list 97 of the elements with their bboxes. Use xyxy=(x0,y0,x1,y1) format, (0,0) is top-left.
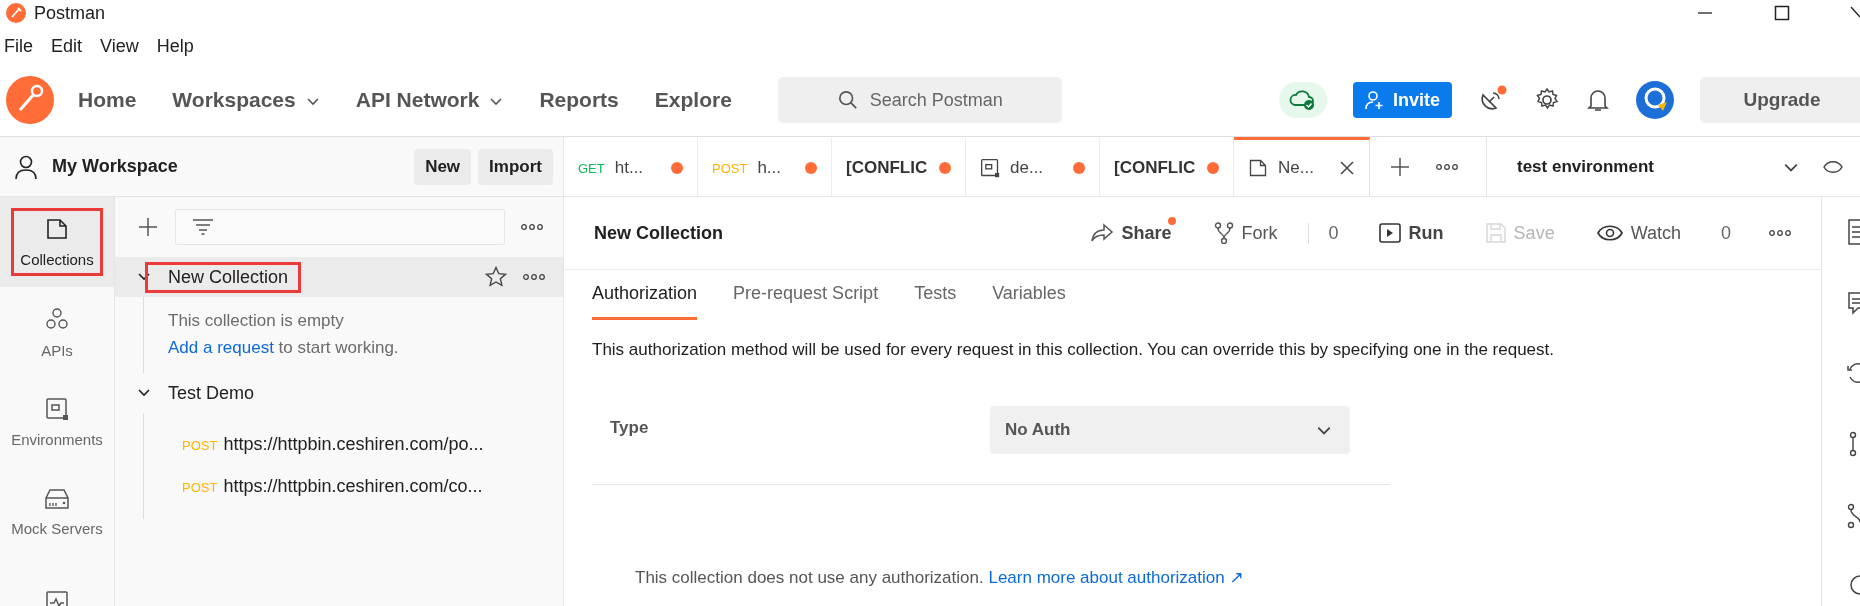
action-button[interactable]: Fork xyxy=(1211,218,1280,248)
environment-dropdown[interactable]: test environment xyxy=(1487,137,1817,196)
upgrade-button[interactable]: Upgrade xyxy=(1700,77,1860,123)
unsaved-dot xyxy=(1073,162,1085,174)
section-tab[interactable]: Tests xyxy=(914,270,957,320)
comment-icon[interactable] xyxy=(1846,291,1860,315)
postman-logo-icon[interactable] xyxy=(6,76,54,124)
maximize-icon[interactable] xyxy=(1774,5,1790,21)
sidebar-label: Mock Servers xyxy=(11,519,103,537)
notifications-icon[interactable] xyxy=(1586,87,1610,113)
star-icon[interactable] xyxy=(485,266,507,288)
server-icon xyxy=(44,487,70,510)
app-logo-icon xyxy=(6,3,26,23)
count-label: 0 xyxy=(1307,222,1339,244)
workspace-button[interactable]: Import xyxy=(478,148,553,185)
save-icon xyxy=(1485,223,1506,243)
unsaved-dot xyxy=(671,162,683,174)
plus-icon[interactable] xyxy=(137,216,159,238)
nav-link[interactable]: API Network xyxy=(355,88,504,112)
plus-icon[interactable] xyxy=(1390,156,1410,177)
invite-button[interactable]: Invite xyxy=(1353,82,1452,118)
nav-link[interactable]: Explore xyxy=(654,88,732,112)
learn-more-link[interactable]: Learn more about authorization ↗ xyxy=(988,568,1244,587)
nav-link[interactable]: Workspaces xyxy=(172,88,320,112)
add-request-link[interactable]: Add a request xyxy=(168,338,274,357)
section-tab[interactable]: Pre-request Script xyxy=(733,270,879,320)
menu-item[interactable]: Help xyxy=(156,35,194,57)
window-title: Postman xyxy=(34,2,106,24)
sidebar-item[interactable]: APIs xyxy=(0,287,114,377)
share-icon xyxy=(1089,223,1114,243)
request-tab[interactable]: [CONFLIC xyxy=(1100,137,1234,196)
sidebar-item[interactable]: Environments xyxy=(0,377,114,467)
user-icon xyxy=(14,153,38,180)
collection-title: New Collection xyxy=(594,222,723,244)
request-tab[interactable]: de... xyxy=(966,137,1100,196)
environment-icon xyxy=(45,396,69,421)
unsaved-dot xyxy=(805,162,817,174)
auth-description: This authorization method will be used for every request in this collection. You can override this by specifying one in the request. xyxy=(592,340,1555,360)
collection-icon xyxy=(45,216,69,241)
search-input[interactable]: Search Postman xyxy=(867,88,1062,112)
collection-name: New Collection xyxy=(145,261,302,293)
nav-link[interactable]: Reports xyxy=(539,88,619,112)
collection-name: Test Demo xyxy=(167,381,256,405)
workspace-button[interactable]: New xyxy=(414,148,472,185)
fork-icon[interactable] xyxy=(1846,503,1860,529)
filter-field[interactable] xyxy=(175,209,505,245)
history-icon[interactable] xyxy=(1846,361,1860,385)
menu-item[interactable]: Edit xyxy=(51,35,83,57)
action-button[interactable]: Watch xyxy=(1594,218,1683,248)
menu-item[interactable]: File xyxy=(4,35,33,57)
notification-dot xyxy=(1167,216,1176,225)
unsaved-dot xyxy=(939,162,951,174)
eye-icon xyxy=(1596,224,1623,242)
sidebar-label: APIs xyxy=(41,341,73,359)
menu-item[interactable]: View xyxy=(100,35,139,57)
sync-status-icon[interactable] xyxy=(1279,82,1327,118)
avatar-icon[interactable] xyxy=(1636,81,1674,119)
auth-note: This collection does not use any authorization. Learn more about authorization ↗ xyxy=(635,567,1245,588)
section-tab[interactable]: Variables xyxy=(992,270,1066,320)
workspace-name[interactable]: My Workspace xyxy=(52,156,178,177)
close-icon[interactable] xyxy=(1339,160,1355,176)
unsaved-dot xyxy=(1207,162,1219,174)
empty-message: This collection is empty xyxy=(168,310,345,332)
count-label: 0 xyxy=(1721,222,1731,244)
add-user-icon xyxy=(1365,90,1385,110)
request-item[interactable]: POST https://httpbin.ceshiren.com/po... xyxy=(168,423,563,465)
document-icon[interactable] xyxy=(1846,219,1860,245)
request-item[interactable]: POST https://httpbin.ceshiren.com/co... xyxy=(168,465,563,507)
collection-row[interactable]: Test Demo xyxy=(115,373,563,413)
search-icon xyxy=(837,89,858,111)
collection-row[interactable]: New Collection xyxy=(115,257,563,297)
nav-link[interactable]: Home xyxy=(78,88,137,112)
request-tab[interactable]: [CONFLIC xyxy=(832,137,966,196)
play-icon xyxy=(1378,223,1401,243)
more-icon[interactable] xyxy=(1769,229,1791,237)
fork-icon xyxy=(1213,222,1234,244)
environment-icon xyxy=(980,158,1000,178)
sidebar-item[interactable]: Collections xyxy=(0,197,114,287)
section-tab[interactable]: Authorization xyxy=(592,270,698,320)
collection-icon xyxy=(1248,158,1268,178)
sidebar-item[interactable]: Mock Servers xyxy=(0,467,114,557)
sidebar-label: Environments xyxy=(11,430,103,448)
filter-icon xyxy=(192,218,214,236)
action-button[interactable]: Run xyxy=(1376,218,1446,248)
action-button[interactable]: Share xyxy=(1087,218,1174,248)
request-tab[interactable]: POST h... xyxy=(698,137,832,196)
more-icon[interactable] xyxy=(523,273,545,281)
search-field[interactable]: Search Postman xyxy=(777,77,1062,123)
request-tab[interactable]: GET ht... xyxy=(564,137,698,196)
request-tab[interactable]: Ne... xyxy=(1234,137,1370,196)
type-label: Type xyxy=(610,418,650,438)
auth-type-dropdown[interactable]: No Auth xyxy=(990,406,1350,454)
empty-hint: Add a request to start working. xyxy=(168,337,400,359)
more-icon[interactable] xyxy=(1436,162,1458,171)
hexagons-icon xyxy=(44,305,70,332)
more-icon[interactable] xyxy=(521,223,543,231)
sidebar-label: Collections xyxy=(20,250,94,268)
